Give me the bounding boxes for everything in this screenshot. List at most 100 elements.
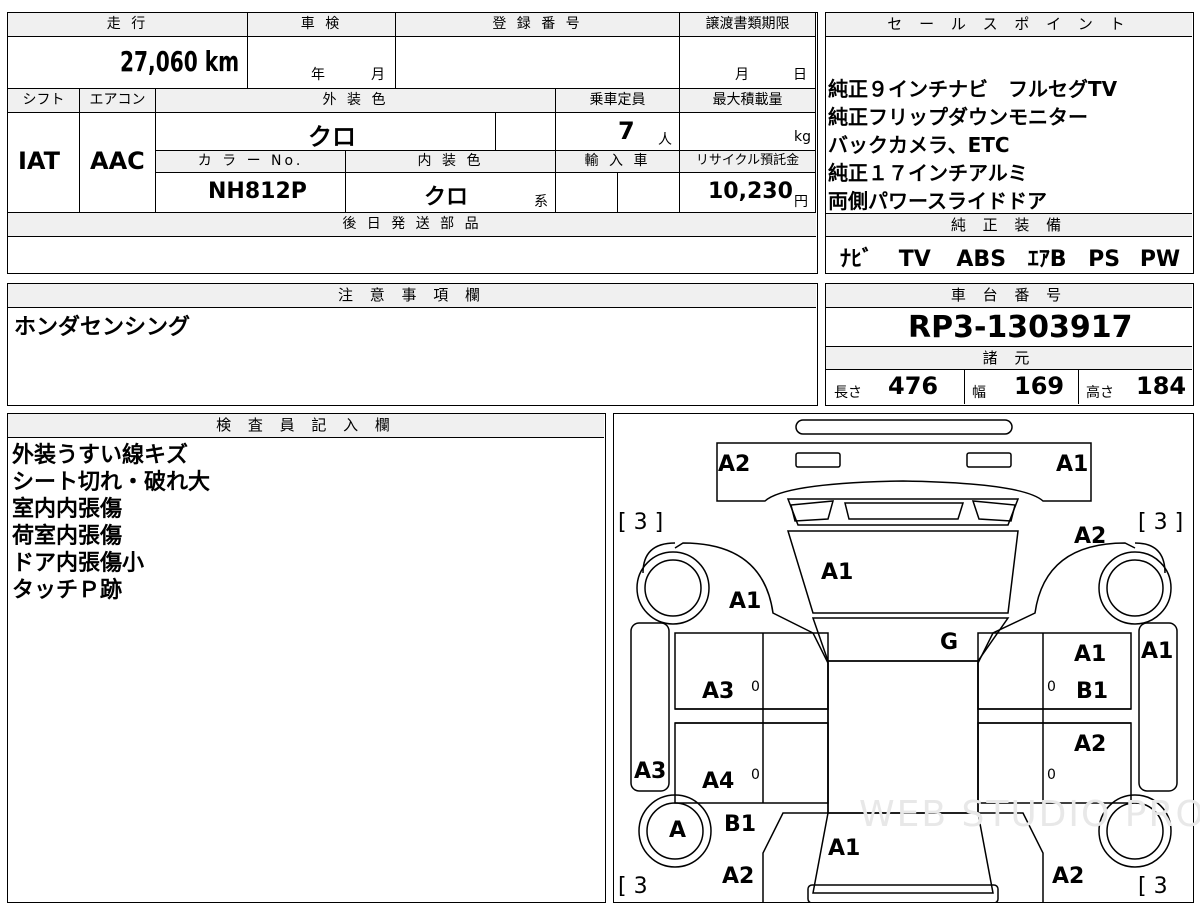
later-parts-area — [8, 237, 816, 272]
mark-front-left-fender: A1 — [729, 589, 762, 614]
mark-windshield: G — [940, 630, 959, 655]
vehicle-info-box: 走 行 車 検 登 録 番 号 譲渡書類期限 27,060 km 年 月 月 日… — [7, 12, 818, 274]
front-left-wheel-inner — [644, 559, 702, 617]
mark-right-front-door: A1 — [1074, 642, 1107, 667]
equipment-item: TV — [898, 247, 931, 272]
registration-cell — [396, 37, 680, 89]
windshield-inner-shape — [790, 500, 1016, 522]
mileage-value: 27,060 km — [120, 45, 240, 78]
notes-header: 注 意 事 項 欄 — [8, 284, 816, 308]
mileage-cell: 27,060 km — [8, 37, 248, 89]
equipment-item: ｴｱB — [1027, 247, 1067, 272]
spec-width-label: 幅 — [972, 385, 986, 401]
inspector-item: 室内内張傷 — [12, 497, 123, 522]
equipment-item: PS — [1088, 247, 1121, 272]
mark-right-rear-door: A2 — [1074, 732, 1107, 757]
mark-right-front-door-b: B1 — [1076, 679, 1109, 704]
max-load-header: 最大積載量 — [680, 89, 816, 113]
exterior-color-cell: クロ — [156, 113, 496, 151]
max-load-cell: kg — [680, 113, 816, 151]
interior-color-cell: クロ 系 — [346, 173, 556, 213]
inspector-box: 検 査 員 記 入 欄 外装うすい線キズ シート切れ・破れ大 室内内張傷 荷室内… — [7, 413, 606, 903]
notes-box: 注 意 事 項 欄 ホンダセンシング — [7, 283, 818, 406]
rear-left-door-shape — [674, 722, 829, 804]
transfer-deadline-header: 譲渡書類期限 — [680, 13, 816, 37]
aircon-cell: AAC — [80, 113, 156, 213]
capacity-unit: 人 — [658, 132, 672, 148]
mark-left-front-door: A3 — [702, 679, 735, 704]
sales-points-list: 純正９インチナビ フルセグTV 純正フリップダウンモニター バックカメラ、ETC… — [828, 75, 1188, 215]
equipment-list: ﾅﾋﾞ TV ABS ｴｱB PS PW — [840, 241, 1180, 273]
recycle-unit: 円 — [794, 194, 808, 210]
headlight-left-shape — [795, 452, 841, 468]
tire-rear-right: [ 3 — [1138, 874, 1168, 899]
car-diagram-box: WEB STUDIO PRO A2 A1 A2 A1 A1 G A1 A1 A3… — [613, 413, 1200, 903]
inspector-item: ドア内張傷小 — [12, 551, 145, 576]
sales-point-item: バックカメラ、ETC — [828, 133, 1010, 157]
shift-value: IAT — [18, 147, 61, 175]
exterior-color-extra-cell — [496, 113, 556, 151]
inspector-list: 外装うすい線キズ シート切れ・破れ大 室内内張傷 荷室内張傷 ドア内張傷小 タッ… — [12, 442, 210, 604]
sales-point-item: 両側パワースライドドア — [828, 189, 1047, 213]
mileage-header: 走 行 — [8, 13, 248, 37]
color-no-cell: NH812P — [156, 173, 346, 213]
front-bumper-shape — [795, 419, 1013, 435]
mark-hood: A1 — [821, 560, 854, 585]
import-cell-b — [618, 173, 680, 213]
inspector-header: 検 査 員 記 入 欄 — [8, 414, 604, 438]
spec-height-cell: 高さ 184 — [1078, 370, 1192, 404]
capacity-cell: 7 人 — [556, 113, 680, 151]
spec-length-label: 長さ — [834, 385, 862, 401]
front-left-door-shape — [674, 632, 829, 710]
chassis-box: 車 台 番 号 RP3-1303917 諸 元 長さ 476 幅 169 高さ … — [825, 283, 1194, 406]
recycle-value: 10,230 — [708, 179, 793, 204]
max-load-unit: kg — [794, 129, 811, 145]
transfer-day-label: 日 — [793, 67, 807, 83]
capacity-value: 7 — [618, 117, 635, 145]
mark-right-sill: A1 — [1141, 639, 1174, 664]
notes-value: ホンダセンシング — [14, 315, 191, 340]
sales-points-header: セ ー ル ス ポ イ ン ト — [826, 13, 1192, 37]
recycle-cell: 10,230 円 — [680, 173, 816, 213]
aircon-value: AAC — [90, 147, 145, 175]
zero-left-rear: 0 — [751, 767, 760, 783]
sales-point-item: 純正フリップダウンモニター — [828, 105, 1088, 129]
sales-point-item: 純正１７インチアルミ — [828, 161, 1028, 185]
spec-height-label: 高さ — [1086, 385, 1114, 401]
mark-rear-right-corner: A2 — [1052, 864, 1085, 889]
registration-header: 登 録 番 号 — [396, 13, 680, 37]
chassis-value: RP3-1303917 — [908, 310, 1133, 345]
zero-right-front: 0 — [1047, 679, 1056, 695]
inspection-header: 車 検 — [248, 13, 396, 37]
mark-left-sill: A3 — [634, 759, 667, 784]
zero-left-front: 0 — [751, 679, 760, 695]
transfer-deadline-cell: 月 日 — [680, 37, 816, 89]
mark-front-right-fender: A2 — [1074, 524, 1107, 549]
color-no-header: カ ラ ー No. — [156, 151, 346, 173]
front-left-wheel-shape — [636, 551, 710, 625]
mark-hood-left: A2 — [718, 452, 751, 477]
inspector-item: 外装うすい線キズ — [12, 443, 189, 468]
interior-color-value: クロ — [424, 185, 469, 210]
inspection-month-label: 月 — [371, 67, 385, 83]
equipment-item: PW — [1139, 247, 1181, 272]
spec-width-value: 169 — [1014, 372, 1065, 400]
spec-length-cell: 長さ 476 — [826, 370, 965, 404]
shift-cell: IAT — [8, 113, 80, 213]
inspector-item: タッチＰ跡 — [12, 578, 123, 603]
inspector-item: シート切れ・破れ大 — [12, 470, 211, 495]
headlight-right-shape — [966, 452, 1012, 468]
front-right-wheel-shape — [1098, 551, 1172, 625]
inspection-cell: 年 月 — [248, 37, 396, 89]
spec-length-value: 476 — [888, 372, 939, 400]
mark-rear-left-wheel: A — [669, 818, 687, 843]
tire-front-left: [ 3 ] — [618, 510, 664, 535]
transfer-month-label: 月 — [735, 67, 749, 83]
equipment-header: 純 正 装 備 — [826, 213, 1192, 237]
mark-rear-window: A1 — [828, 836, 861, 861]
aircon-header: エアコン — [80, 89, 156, 113]
interior-color-header: 内 装 色 — [346, 151, 556, 173]
front-hood-shape — [716, 442, 1092, 502]
sales-points-box: セ ー ル ス ポ イ ン ト 純正９インチナビ フルセグTV 純正フリップダウ… — [825, 12, 1194, 274]
interior-color-suffix: 系 — [534, 194, 548, 210]
